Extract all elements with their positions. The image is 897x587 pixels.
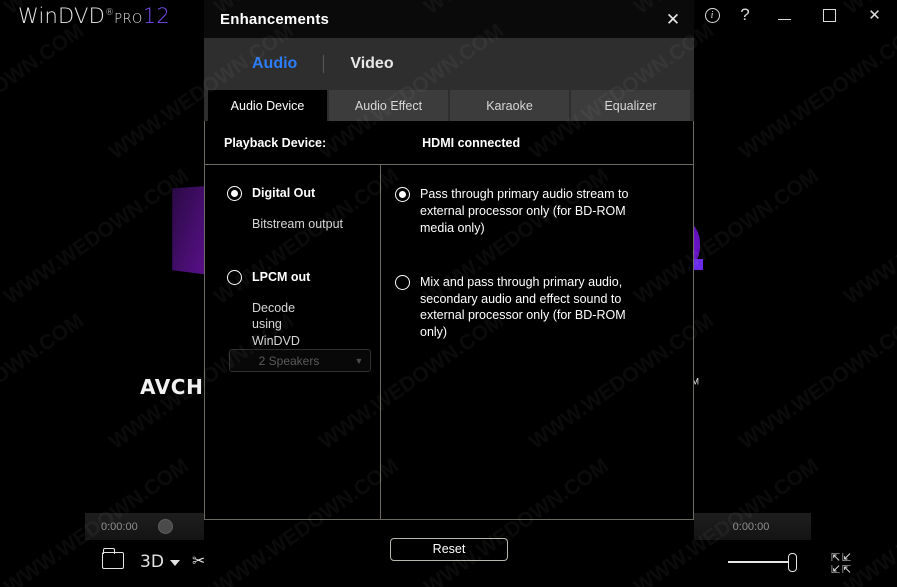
speaker-count-select[interactable]: 2 Speakers ▼ [229, 349, 371, 372]
radio-pass-through-primary[interactable]: Pass through primary audio stream to ext… [381, 186, 693, 237]
digital-out-description: Bitstream output [252, 216, 344, 231]
info-icon: i [704, 7, 720, 23]
playback-device-row: Playback Device: HDMI connected [205, 121, 693, 165]
brand-name: WinDVD [18, 4, 105, 28]
maximize-icon [823, 8, 836, 22]
radio-mix-and-pass-through[interactable]: Mix and pass through primary audio, seco… [381, 274, 693, 342]
audio-device-panel: Playback Device: HDMI connected Digital … [204, 121, 694, 520]
tab-karaoke[interactable]: Karaoke [450, 90, 569, 121]
mode-tab-bar: Audio Video [204, 38, 694, 90]
app-brand-title: WinDVD®PRO12 [18, 4, 170, 28]
dialog-close-button[interactable]: ✕ [662, 9, 684, 31]
windvd-application-window: AVCHi t·ray DTM WinDVD®PRO12 i ? ✕ Enhan… [0, 0, 897, 587]
radio-mix-and-pass-through-label: Mix and pass through primary audio, seco… [420, 274, 626, 340]
brand-version: 12 [142, 4, 170, 28]
tab-equalizer[interactable]: Equalizer [571, 90, 690, 121]
avchd-logo: AVCHi [140, 375, 211, 399]
playback-device-value: HDMI connected [422, 135, 521, 150]
help-button[interactable]: ? [728, 0, 762, 30]
lpcm-out-description: Decode using WinDVD [252, 301, 300, 348]
brand-registered-mark: ® [104, 8, 115, 18]
radio-mix-and-pass-through-indicator [395, 274, 410, 290]
dialog-titlebar[interactable]: Enhancements ✕ [204, 0, 694, 38]
sub-tab-bar: Audio Device Audio Effect Karaoke Equali… [204, 90, 694, 121]
speaker-count-value: 2 Speakers [258, 353, 320, 368]
mode-tab-separator [323, 55, 325, 73]
dialog-footer: Reset [204, 520, 694, 578]
tab-audio[interactable]: Audio [240, 55, 309, 73]
tab-video[interactable]: Video [338, 55, 405, 73]
minimize-icon [778, 18, 791, 20]
dialog-title: Enhancements [220, 10, 330, 28]
radio-lpcm-out-label: LPCM out [252, 270, 311, 285]
tab-audio-effect[interactable]: Audio Effect [329, 90, 448, 121]
output-mode-column: Digital Out Bitstream output LPCM out De… [205, 165, 381, 519]
radio-digital-out-indicator [227, 186, 242, 201]
info-button[interactable]: i [696, 0, 728, 30]
radio-digital-out[interactable]: Digital Out [205, 185, 380, 202]
radio-digital-out-label: Digital Out [252, 186, 316, 200]
minimize-button[interactable] [762, 0, 807, 30]
playback-device-label: Playback Device: [224, 135, 327, 150]
maximize-button[interactable] [807, 0, 852, 30]
enhancements-dialog: Enhancements ✕ Audio Video Audio Device … [204, 0, 694, 578]
radio-pass-through-primary-indicator [395, 187, 410, 202]
radio-lpcm-out[interactable]: LPCM out [205, 269, 380, 286]
reset-button[interactable]: Reset [390, 537, 508, 561]
chevron-down-icon: ▼ [354, 355, 364, 366]
window-controls: i ? ✕ [696, 0, 897, 30]
radio-pass-through-primary-label: Pass through primary audio stream to ext… [420, 187, 629, 235]
panel-body: Digital Out Bitstream output LPCM out De… [205, 165, 693, 519]
close-window-button[interactable]: ✕ [852, 0, 897, 30]
passthrough-column: Pass through primary audio stream to ext… [381, 165, 693, 519]
radio-lpcm-out-indicator [227, 270, 242, 286]
tab-audio-device[interactable]: Audio Device [208, 90, 327, 121]
brand-pro-label: PRO [114, 12, 143, 27]
